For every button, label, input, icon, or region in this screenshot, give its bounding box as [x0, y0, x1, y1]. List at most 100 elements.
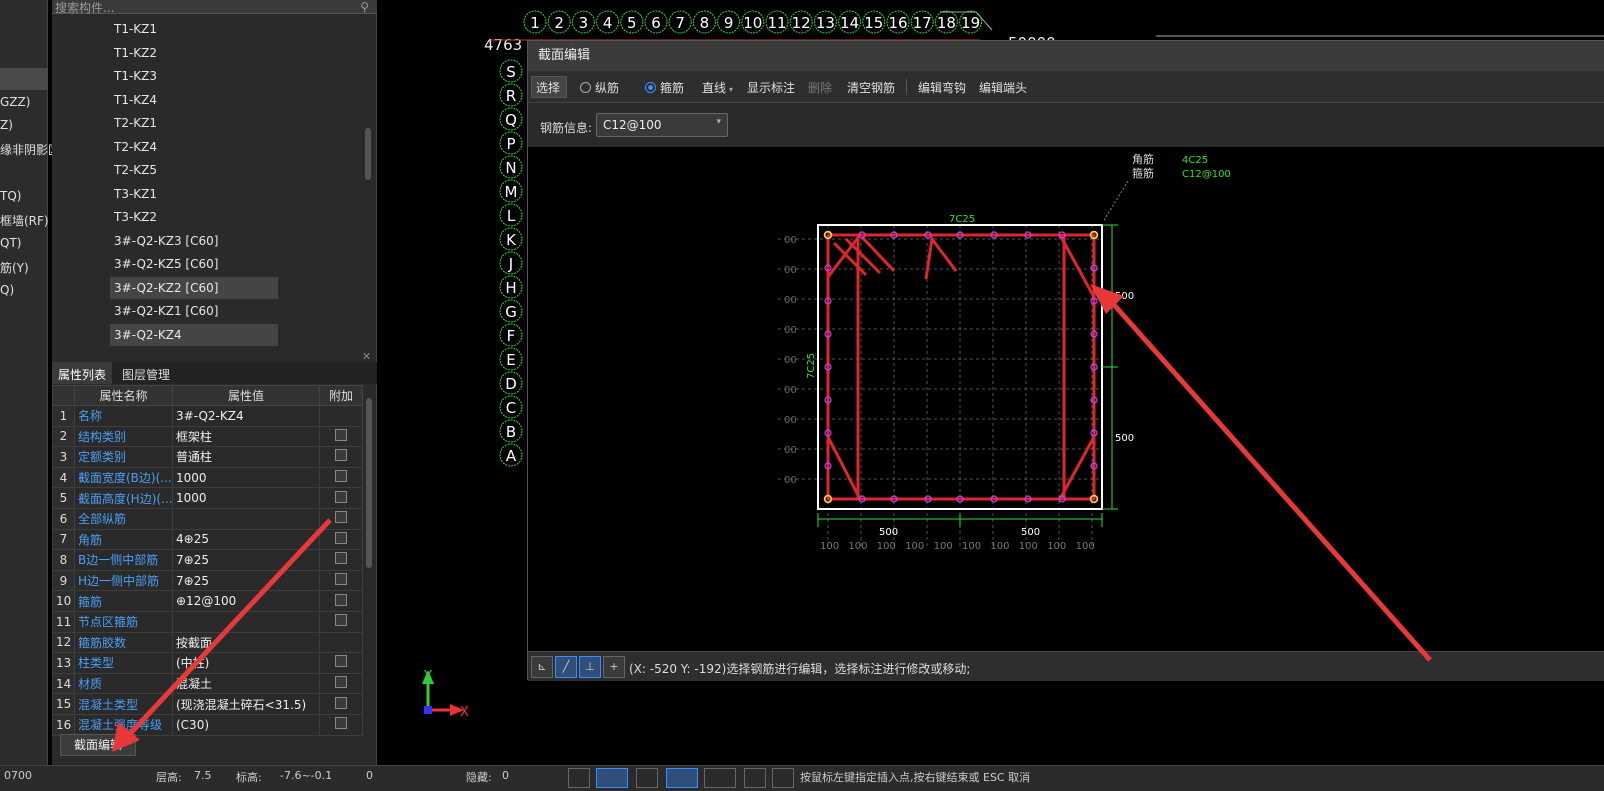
tree-item[interactable]: T3-KZ1 — [114, 187, 157, 201]
snap-add-icon[interactable]: + — [603, 656, 625, 678]
property-value[interactable] — [172, 507, 320, 530]
table-row[interactable]: 12 箍筋胶数 按截面 — [52, 631, 363, 654]
section-edit-button[interactable]: 截面编辑 — [60, 734, 136, 756]
property-value[interactable] — [172, 610, 320, 633]
table-row[interactable]: 6 全部纵筋 — [52, 507, 363, 530]
snap-tool-icon[interactable] — [772, 768, 794, 788]
left-strip-item[interactable]: 筋(Y) — [0, 259, 29, 276]
property-value[interactable]: 普通柱 — [172, 446, 320, 468]
property-value[interactable]: (现浇混凝土碎石<31.5) — [172, 693, 320, 715]
extra-checkbox[interactable] — [335, 655, 347, 668]
rebar-info-select[interactable]: C12@100 ▾ — [596, 113, 728, 137]
tree-item[interactable]: T2-KZ5 — [114, 163, 157, 177]
extra-checkbox[interactable] — [335, 593, 347, 606]
property-value[interactable]: 3#-Q2-KZ4 — [172, 405, 320, 427]
radio-longitudinal[interactable]: 纵筋 — [580, 79, 619, 96]
row-number: 11 — [52, 610, 75, 633]
tree-item[interactable]: 3#-Q2-KZ4 — [114, 328, 182, 342]
left-strip-item[interactable]: QT) — [0, 236, 21, 250]
tree-item[interactable]: T1-KZ4 — [114, 93, 157, 107]
tree-item[interactable]: 3#-Q2-KZ3 [C60] — [114, 234, 218, 248]
radio-stirrup[interactable]: 箍筋 — [645, 79, 684, 96]
property-value[interactable]: 7⊕25 — [172, 569, 320, 592]
tree-item[interactable]: T2-KZ1 — [114, 116, 157, 130]
left-strip-item[interactable]: Q) — [0, 283, 14, 297]
table-row[interactable]: 1 名称 3#-Q2-KZ4 — [52, 405, 363, 427]
property-value[interactable]: (C30) — [172, 713, 320, 736]
extra-checkbox[interactable] — [335, 511, 347, 524]
extra-checkbox[interactable] — [335, 470, 347, 483]
extra-checkbox[interactable] — [335, 428, 347, 441]
left-strip-item[interactable]: GZZ) — [0, 95, 30, 109]
extra-checkbox[interactable] — [335, 449, 347, 462]
snap-tool-icon[interactable] — [596, 768, 628, 788]
extra-checkbox[interactable] — [335, 696, 347, 709]
extra-checkbox[interactable] — [335, 573, 347, 586]
left-strip-item[interactable]: Z) — [0, 118, 13, 132]
left-strip-item[interactable]: 缘非阴影区 — [0, 141, 60, 158]
extra-checkbox[interactable] — [335, 614, 347, 627]
table-row[interactable]: 3 定额类别 普通柱 — [52, 446, 363, 468]
snap-tool-icon[interactable] — [636, 768, 658, 788]
property-value[interactable]: 4⊕25 — [172, 528, 320, 551]
table-row[interactable]: 5 截面高度(H边)(... 1000 — [52, 487, 363, 509]
tree-item[interactable]: T2-KZ4 — [114, 140, 157, 154]
section-canvas[interactable]: 角筋 4C25 箍筋 C12@100 00 00 00 00 00 00 00 00 00 100… — [528, 147, 1604, 651]
table-row[interactable]: 15 混凝土类型 (现浇混凝土碎石<31.5) — [52, 693, 363, 715]
table-row[interactable]: 16 混凝土强度等级 (C30) — [52, 713, 363, 736]
table-row[interactable]: 8 B边一侧中部筋 7⊕25 — [52, 549, 363, 571]
ortho-icon[interactable]: ⊾ — [531, 656, 553, 678]
snap-tool-icon[interactable] — [744, 768, 766, 788]
tree-item[interactable]: T1-KZ2 — [114, 46, 157, 60]
property-value[interactable]: 框架柱 — [172, 425, 320, 448]
extra-checkbox[interactable] — [335, 676, 347, 689]
clear-rebar-button[interactable]: 清空钢筋 — [847, 79, 895, 96]
table-row[interactable]: 9 H边一侧中部筋 7⊕25 — [52, 569, 363, 592]
snap-tool-icon[interactable] — [704, 768, 736, 788]
table-row[interactable]: 2 结构类别 框架柱 — [52, 425, 363, 448]
property-value[interactable]: 1000 — [172, 487, 320, 509]
delete-button[interactable]: 删除 — [808, 79, 832, 96]
table-row[interactable]: 10 箍筋 ⊕12@100 — [52, 590, 363, 612]
extra-checkbox[interactable] — [335, 717, 347, 730]
tree-item[interactable]: T3-KZ2 — [114, 210, 157, 224]
snap-tool-icon[interactable] — [568, 768, 590, 788]
line-dropdown[interactable]: 直线 ▾ — [702, 79, 733, 96]
property-value[interactable]: 按截面 — [172, 631, 320, 654]
select-button[interactable]: 选择 — [536, 79, 560, 96]
property-value[interactable]: 7⊕25 — [172, 549, 320, 571]
show-labels-button[interactable]: 显示标注 — [747, 79, 795, 96]
table-row[interactable]: 11 节点区箍筋 — [52, 610, 363, 633]
tree-item[interactable]: 3#-Q2-KZ1 [C60] — [114, 304, 218, 318]
property-value[interactable]: 混凝土 — [172, 672, 320, 695]
snap-tool-icon[interactable] — [666, 768, 698, 788]
table-row[interactable]: 14 材质 混凝土 — [52, 672, 363, 695]
property-value[interactable]: (中柱) — [172, 652, 320, 674]
grid-bottom-label: 100 — [848, 541, 867, 552]
extra-checkbox[interactable] — [335, 552, 347, 565]
tab-layer-management[interactable]: 图层管理 — [116, 362, 176, 384]
extra-checkbox[interactable] — [335, 490, 347, 503]
polar-icon[interactable]: ╱ — [555, 656, 577, 678]
component-search-input[interactable]: 搜索构件... ⚲ — [52, 0, 377, 15]
property-value[interactable]: 1000 — [172, 466, 320, 489]
perpendicular-icon[interactable]: ⊥ — [579, 656, 601, 678]
table-row[interactable]: 4 截面宽度(B边)(... 1000 — [52, 466, 363, 489]
left-strip-item[interactable]: 框墙(RF) — [0, 212, 49, 229]
left-strip-item[interactable]: TQ) — [0, 189, 21, 203]
tree-item[interactable]: 3#-Q2-KZ2 [C60] — [114, 281, 218, 295]
table-row[interactable]: 7 角筋 4⊕25 — [52, 528, 363, 551]
tab-property-list[interactable]: 属性列表 — [52, 362, 113, 384]
table-row[interactable]: 13 柱类型 (中柱) — [52, 652, 363, 674]
tree-scrollbar[interactable] — [365, 128, 371, 180]
tree-item[interactable]: T1-KZ3 — [114, 69, 157, 83]
property-value[interactable]: ⊕12@100 — [172, 590, 320, 612]
property-scrollbar[interactable] — [366, 398, 372, 568]
edit-hook-button[interactable]: 编辑弯钩 — [918, 79, 966, 96]
search-icon[interactable]: ⚲ — [360, 0, 369, 14]
edit-end-button[interactable]: 编辑端头 — [979, 79, 1027, 96]
tree-item[interactable]: T1-KZ1 — [114, 22, 157, 36]
extra-checkbox[interactable] — [335, 531, 347, 544]
grid-bottom-label: 100 — [1019, 541, 1038, 552]
tree-item[interactable]: 3#-Q2-KZ5 [C60] — [114, 257, 218, 271]
